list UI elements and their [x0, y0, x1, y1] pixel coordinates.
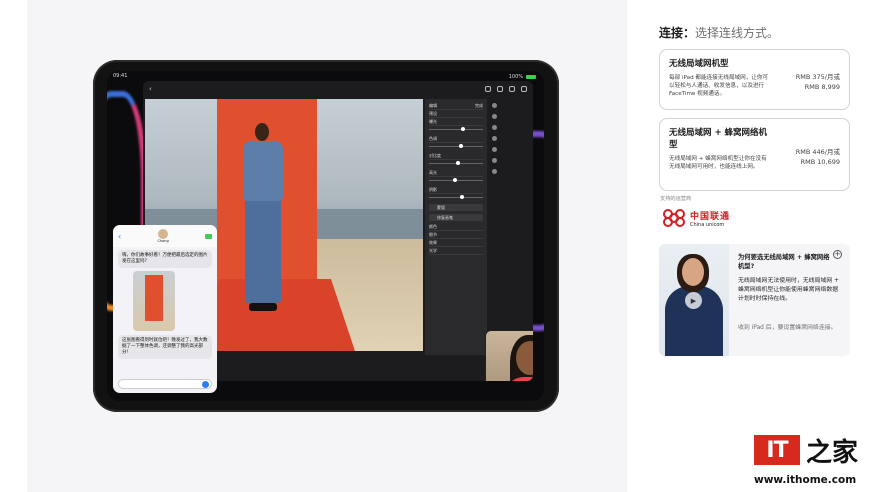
price-monthly: RMB 375/月或 — [795, 73, 840, 81]
tool-icon[interactable] — [491, 169, 497, 174]
editor-toolbar: ‹ — [143, 81, 533, 97]
edit-panel-header: 编辑 完成 — [429, 103, 483, 110]
presenter-video[interactable]: ▶ — [659, 244, 729, 356]
tool-icon[interactable] — [491, 136, 497, 141]
section-detail[interactable]: 细节 — [429, 232, 483, 239]
promo-followup: 收到 iPad 后，要设置蜂窝网络连接。 — [738, 325, 837, 331]
back-chevron-icon[interactable]: ‹ — [118, 232, 121, 241]
mask-button[interactable]: 蒙版 — [429, 204, 483, 211]
photo-model — [241, 123, 287, 313]
option-description: 每部 iPad 都能连接无线局域网，让你可以轻松与人通话、收发信息，以及进行 F… — [669, 75, 769, 97]
model-shirt — [243, 141, 283, 201]
slider-thumb[interactable] — [461, 127, 466, 131]
message-photo[interactable] — [133, 271, 175, 331]
model-pants — [245, 199, 281, 303]
option-title: 无线局域网机型 — [669, 59, 729, 69]
carrier-label: 支持的运营商 — [660, 196, 692, 202]
edit-row[interactable]: 预设 — [429, 111, 483, 118]
redo-icon[interactable] — [497, 86, 503, 92]
tool-icon[interactable] — [491, 147, 497, 152]
connect-subtitle: 选择连线方式。 — [695, 26, 780, 40]
ithome-logo-it: IT — [754, 435, 800, 465]
slider-thumb[interactable] — [460, 195, 465, 199]
option-price: RMB 375/月或 RMB 8,999 — [796, 72, 840, 92]
price-total: RMB 8,999 — [804, 83, 840, 91]
carrier-name-cn: 中国联通 — [690, 211, 731, 222]
carrier-name-en: China unicom — [690, 221, 725, 228]
back-icon[interactable]: ‹ — [149, 85, 152, 93]
edit-row[interactable]: 阴影 — [429, 187, 483, 194]
slider-thumb[interactable] — [453, 178, 458, 182]
ithome-url: www.ithome.com — [754, 474, 857, 486]
video-call-icon[interactable] — [204, 233, 212, 239]
connect-title: 连接： — [659, 26, 696, 40]
presenter-face — [682, 258, 704, 286]
option-card-wifi[interactable]: 无线局域网机型 每部 iPad 都能连接无线局域网，让你可以轻松与人通话、收发信… — [659, 49, 850, 110]
status-bar: 09:41 100% — [113, 73, 536, 81]
edit-row[interactable]: 色调 — [429, 136, 483, 143]
play-icon[interactable]: ▶ — [685, 292, 702, 309]
china-unicom-logo: 中国联通 China unicom — [661, 208, 730, 228]
message-bubble: 嗨，你们故事好看！万便把最后选定的图片发在这里吗? — [118, 250, 212, 268]
edit-panel: 编辑 完成 预设 曝光 色调 对比度 高光 阴影 蒙版 修复画笔 颜色 细节 效… — [425, 99, 487, 355]
caller-body — [504, 377, 533, 381]
messages-header: ‹ Chang — [113, 225, 217, 247]
ithome-logo-home: 之家 — [806, 438, 859, 468]
done-button[interactable]: 完成 — [475, 103, 483, 109]
promo-answer: 无线局域网无法使用时，无线局域网 + 蜂窝网络机型让你能使用蜂窝网络数据计划时时… — [738, 278, 840, 302]
promo-question: 为何要选无线局域网 + 蜂窝网络机型? — [738, 254, 830, 270]
send-icon[interactable] — [202, 380, 209, 388]
adjust-slider[interactable] — [429, 195, 483, 199]
model-head — [255, 123, 269, 141]
messages-slideover: ‹ Chang 嗨，你们故事好看！万便把最后选定的图片发在这里吗? 这张图看得到… — [113, 225, 217, 393]
section-optics[interactable]: 光学 — [429, 248, 483, 255]
tool-icon[interactable] — [491, 114, 497, 119]
message-input[interactable] — [118, 379, 212, 389]
option-description: 无线局域网 + 蜂窝网络机型让你在没有无线局域网可用时，也能连线上网。 — [669, 156, 767, 170]
cellular-promo-card[interactable]: ▶ 为何要选无线局域网 + 蜂窝网络机型? + 无线局域网无法使用时，无线局域网… — [659, 244, 850, 356]
connect-heading: 连接：选择连线方式。 — [659, 24, 779, 41]
cloud-icon[interactable] — [509, 86, 515, 92]
edit-panel-title: 编辑 — [429, 103, 437, 108]
tool-icon[interactable] — [491, 158, 497, 163]
expand-plus-icon[interactable]: + — [833, 250, 842, 259]
message-bubble: 这张图看得到时就位吧！晚发过了，我大数据了一下整体色调，还调整了我的高光部分! — [118, 335, 212, 359]
adjust-slider[interactable] — [429, 161, 483, 165]
adjust-slider[interactable] — [429, 178, 483, 182]
option-price: RMB 446/月或 RMB 10,699 — [796, 147, 840, 167]
tool-column — [489, 99, 499, 219]
contact-avatar[interactable] — [158, 229, 169, 239]
edit-row[interactable]: 高光 — [429, 170, 483, 177]
tool-icon[interactable] — [491, 103, 497, 108]
tool-icon[interactable] — [491, 125, 497, 130]
unicom-knot-icon — [663, 209, 685, 227]
photo-red-backdrop — [145, 275, 163, 321]
status-time: 09:41 — [113, 73, 128, 79]
adjust-slider[interactable] — [429, 127, 483, 131]
section-color[interactable]: 颜色 — [429, 224, 483, 231]
contact-name: Chang — [157, 239, 169, 243]
healing-brush-button[interactable]: 修复画笔 — [429, 214, 483, 221]
section-effects[interactable]: 效果 — [429, 240, 483, 247]
slider-thumb[interactable] — [458, 144, 463, 148]
battery-percent: 100% — [508, 74, 523, 80]
adjust-slider[interactable] — [429, 144, 483, 148]
option-title: 无线局域网 + 蜂窝网络机型 — [669, 128, 768, 150]
slider-thumb[interactable] — [456, 161, 460, 165]
more-icon[interactable] — [521, 86, 527, 92]
price-total: RMB 10,699 — [800, 158, 840, 166]
model-shoes — [249, 303, 277, 311]
edit-row[interactable]: 曝光 — [429, 119, 483, 126]
option-card-cellular[interactable]: 无线局域网 + 蜂窝网络机型 无线局域网 + 蜂窝网络机型让你在没有无线局域网可… — [659, 118, 850, 191]
price-monthly: RMB 446/月或 — [795, 148, 840, 156]
undo-icon[interactable] — [485, 86, 491, 92]
facetime-pip[interactable] — [485, 330, 533, 381]
battery-icon — [526, 75, 536, 79]
edit-row[interactable]: 对比度 — [429, 153, 483, 160]
